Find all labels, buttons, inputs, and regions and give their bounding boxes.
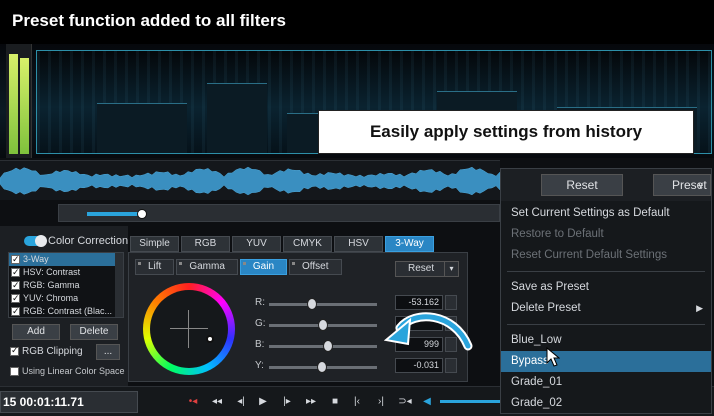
- rgb-clipping-option[interactable]: RGB Clipping: [10, 345, 83, 357]
- subtab-gain[interactable]: Gain: [239, 259, 288, 275]
- subtab-offset[interactable]: Offset: [289, 259, 342, 275]
- step-back-icon[interactable]: ◂|: [234, 394, 248, 410]
- color-correction-panel: Color Correction 3-Way HSV: Contrast RGB…: [0, 226, 128, 386]
- menu-separator: [507, 271, 705, 272]
- list-scrollbar[interactable]: [115, 253, 123, 317]
- menu-item-preset[interactable]: Bypass: [501, 351, 711, 372]
- add-filter-button[interactable]: Add: [12, 324, 60, 340]
- list-item[interactable]: RGB: Contrast (Blac...: [9, 305, 123, 317]
- filter-checkbox[interactable]: [11, 305, 20, 317]
- list-item[interactable]: HSV: Contrast: [9, 266, 123, 279]
- tab-simple[interactable]: Simple: [130, 236, 179, 252]
- level-bar-right: [20, 58, 29, 154]
- curved-arrow-icon: [384, 312, 473, 351]
- reset-button[interactable]: Reset: [541, 174, 623, 196]
- callout-text: Easily apply settings from history: [369, 122, 643, 141]
- tab-cmyk[interactable]: CMYK: [283, 236, 332, 252]
- color-model-tabs: Simple RGB YUV CMYK HSV 3-Way: [130, 236, 436, 252]
- tab-rgb[interactable]: RGB: [181, 236, 230, 252]
- preset-dropdown-button[interactable]: Preset ∨: [653, 174, 711, 196]
- preset-panel: Reset Preset ∨ Set Current Settings as D…: [500, 168, 712, 414]
- subtab-lift[interactable]: Lift: [135, 259, 175, 275]
- callout-box: Easily apply settings from history: [318, 110, 694, 154]
- linear-color-space-option[interactable]: Using Linear Color Space: [10, 366, 125, 376]
- rewind-icon[interactable]: ◂◂: [210, 394, 224, 410]
- list-item[interactable]: RGB: Gamma: [9, 279, 123, 292]
- channel-slider-handle[interactable]: [316, 361, 327, 373]
- channel-slider-handle[interactable]: [307, 298, 318, 310]
- color-wheel-center[interactable]: [150, 290, 228, 368]
- volume-slider[interactable]: [440, 400, 500, 403]
- title-bar: Preset function added to all filters: [0, 0, 714, 44]
- playhead-handle[interactable]: [137, 209, 147, 219]
- waveform-graphic: [0, 166, 500, 196]
- loop-icon[interactable]: ⊃◂: [398, 394, 412, 410]
- menu-item-preset[interactable]: Grade_01: [501, 372, 711, 393]
- page-title: Preset function added to all filters: [12, 11, 286, 30]
- menu-item-save-preset[interactable]: Save as Preset: [501, 277, 711, 298]
- tab-3-way[interactable]: 3-Way: [385, 236, 434, 252]
- rgb-clipping-checkbox[interactable]: [10, 345, 19, 356]
- audio-level-meter: [6, 44, 32, 158]
- chevron-down-icon: ∨: [697, 180, 704, 190]
- reset-dropdown[interactable]: Reset ▾: [395, 261, 459, 277]
- menu-item-restore-default: Restore to Default: [511, 228, 604, 240]
- level-bar-left: [9, 54, 18, 154]
- channel-slider-track[interactable]: [269, 303, 377, 306]
- linear-color-space-checkbox[interactable]: [10, 366, 19, 376]
- menu-item-preset[interactable]: Blue_Low: [501, 330, 711, 351]
- channel-slider-handle[interactable]: [323, 340, 334, 352]
- volume-icon[interactable]: ◀: [420, 394, 434, 410]
- menu-item-set-default[interactable]: Set Current Settings as Default: [501, 203, 711, 224]
- channel-row-y: Y: -0.031: [255, 358, 465, 374]
- play-icon[interactable]: ▶: [256, 394, 270, 410]
- channel-value-field[interactable]: -0.031: [395, 358, 443, 373]
- building-silhouette: [97, 103, 187, 153]
- filter-checkbox[interactable]: [11, 279, 20, 292]
- tab-hsv[interactable]: HSV: [334, 236, 383, 252]
- filter-checkbox[interactable]: [11, 266, 20, 279]
- mark-in-icon[interactable]: |‹: [350, 394, 364, 410]
- menu-item-delete-preset[interactable]: Delete Preset ▶: [501, 298, 711, 319]
- list-item[interactable]: YUV: Chroma: [9, 292, 123, 305]
- preset-menu: Set Current Settings as Default Restore …: [501, 203, 711, 414]
- stop-icon[interactable]: ■: [328, 394, 342, 410]
- filter-checkbox[interactable]: [11, 253, 20, 266]
- mark-out-icon[interactable]: ›|: [374, 394, 388, 410]
- timeline-scrubber[interactable]: [58, 204, 500, 222]
- preset-toolbar: Reset Preset ∨: [501, 169, 711, 201]
- record-marker-icon[interactable]: •◂: [186, 394, 200, 410]
- building-silhouette: [207, 83, 267, 153]
- color-wheel[interactable]: [143, 283, 235, 375]
- crosshair-horizontal: [170, 328, 208, 329]
- menu-item-reset-default: Reset Current Default Settings: [511, 249, 667, 261]
- chevron-down-icon[interactable]: ▾: [444, 262, 458, 276]
- range-subtabs: Lift Gamma Gain Offset: [135, 259, 344, 275]
- filter-checkbox[interactable]: [11, 292, 20, 305]
- submenu-arrow-icon: ▶: [696, 303, 703, 313]
- subtab-gamma[interactable]: Gamma: [176, 259, 238, 275]
- color-wheel-handle[interactable]: [206, 335, 214, 343]
- tab-yuv[interactable]: YUV: [232, 236, 281, 252]
- menu-separator: [507, 324, 705, 325]
- rgb-clipping-settings-button[interactable]: ...: [96, 344, 120, 360]
- delete-filter-button[interactable]: Delete: [70, 324, 118, 340]
- color-correction-label: Color Correction: [48, 235, 129, 247]
- crosshair-vertical: [188, 310, 189, 348]
- timecode-display[interactable]: 15 00:01:11.71: [0, 391, 138, 413]
- menu-item-preset[interactable]: Grade_02: [501, 393, 711, 414]
- mouse-pointer-icon: [546, 347, 560, 367]
- audio-waveform[interactable]: [0, 160, 500, 200]
- channel-slider-handle[interactable]: [318, 319, 328, 331]
- list-item[interactable]: 3-Way: [9, 253, 123, 266]
- timeline-progress: [87, 212, 141, 216]
- color-correction-toggle[interactable]: [24, 235, 47, 247]
- step-forward-icon[interactable]: |▸: [280, 394, 294, 410]
- filter-list[interactable]: 3-Way HSV: Contrast RGB: Gamma YUV: Chro…: [8, 252, 124, 318]
- value-spinner[interactable]: [445, 358, 457, 373]
- fast-forward-icon[interactable]: ▸▸: [304, 394, 318, 410]
